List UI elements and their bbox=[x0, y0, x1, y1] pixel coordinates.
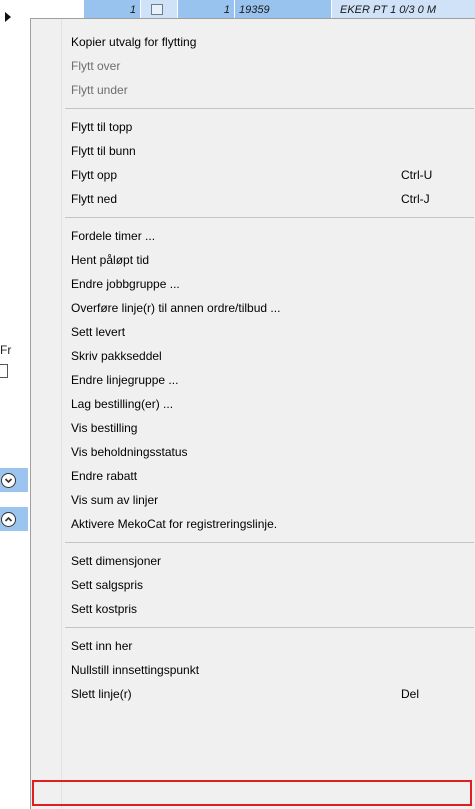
menu-item-copy-selection[interactable]: Kopier utvalg for flytting bbox=[33, 30, 474, 54]
grid-cell-quantity[interactable]: 1 bbox=[178, 0, 234, 20]
menu-item-label: Endre rabatt bbox=[71, 469, 138, 483]
menu-item-label: Vis beholdningsstatus bbox=[71, 445, 188, 459]
menu-item-label: Aktivere MekoCat for registreringslinje. bbox=[71, 517, 278, 531]
menu-item-label: Sett levert bbox=[71, 325, 126, 339]
menu-item-label: Skriv pakkseddel bbox=[71, 349, 162, 363]
grid-cell-checkbox[interactable] bbox=[141, 0, 177, 20]
grid-cell-article-number[interactable]: 19359 bbox=[235, 0, 331, 20]
menu-item-shortcut: Del bbox=[401, 687, 420, 701]
chevron-down-icon[interactable] bbox=[1, 473, 16, 488]
menu-item-move-down[interactable]: Flytt ned Ctrl-J bbox=[33, 187, 474, 211]
menu-item-label: Sett kostpris bbox=[71, 602, 138, 616]
menu-item-create-orders[interactable]: Lag bestilling(er) ... bbox=[33, 392, 474, 416]
menu-item-move-above[interactable]: Flytt over bbox=[33, 54, 474, 78]
menu-item-label: Slett linje(r) bbox=[71, 687, 132, 701]
chevron-up-icon[interactable] bbox=[1, 512, 16, 527]
menu-separator bbox=[65, 217, 474, 218]
menu-item-label: Sett salgspris bbox=[71, 578, 144, 592]
row-pointer-icon bbox=[5, 12, 11, 22]
grid-cell-count[interactable]: 1 bbox=[84, 0, 140, 20]
menu-item-set-dimensions[interactable]: Sett dimensjoner bbox=[33, 549, 474, 573]
grid-checkbox-icon bbox=[151, 4, 163, 15]
menu-item-label: Vis bestilling bbox=[71, 421, 138, 435]
menu-item-distribute-hours[interactable]: Fordele timer ... bbox=[33, 224, 474, 248]
menu-item-insert-here[interactable]: Sett inn her bbox=[33, 634, 474, 658]
menu-item-label: Sett dimensjoner bbox=[71, 554, 162, 568]
menu-item-move-to-top[interactable]: Flytt til topp bbox=[33, 115, 474, 139]
grid-cell-description[interactable]: EKER PT 1 0/3 0 M bbox=[332, 0, 475, 20]
menu-item-label: Flytt til bunn bbox=[71, 144, 136, 158]
menu-item-delete-lines[interactable]: Slett linje(r) Del bbox=[33, 682, 474, 706]
menu-item-label: Flytt ned bbox=[71, 192, 118, 206]
form-label-partial: Fr bbox=[0, 343, 12, 357]
menu-item-label: Flytt til topp bbox=[71, 120, 133, 134]
menu-item-set-cost-price[interactable]: Sett kostpris bbox=[33, 597, 474, 621]
menu-item-transfer-lines[interactable]: Overføre linje(r) til annen ordre/tilbud… bbox=[33, 296, 474, 320]
menu-item-label: Flytt opp bbox=[71, 168, 118, 182]
menu-item-reset-insertion-point[interactable]: Nullstill innsettingspunkt bbox=[33, 658, 474, 682]
menu-separator bbox=[65, 627, 474, 628]
context-menu: Kopier utvalg for flytting Flytt over Fl… bbox=[30, 18, 475, 809]
menu-item-label: Endre jobbgruppe ... bbox=[71, 277, 180, 291]
menu-item-print-packing-slip[interactable]: Skriv pakkseddel bbox=[33, 344, 474, 368]
menu-item-label: Nullstill innsettingspunkt bbox=[71, 663, 200, 677]
screenshot-stage: 1 1 19359 EKER PT 1 0/3 0 M Fr Kopier ut… bbox=[0, 0, 475, 809]
menu-item-label: Vis sum av linjer bbox=[71, 493, 159, 507]
menu-item-label: Endre linjegruppe ... bbox=[71, 373, 179, 387]
menu-item-shortcut: Ctrl-J bbox=[401, 192, 430, 206]
menu-item-set-delivered[interactable]: Sett levert bbox=[33, 320, 474, 344]
menu-item-shortcut: Ctrl-U bbox=[401, 168, 433, 182]
menu-item-label: Flytt under bbox=[71, 83, 128, 97]
menu-item-label: Sett inn her bbox=[71, 639, 133, 653]
menu-item-change-job-group[interactable]: Endre jobbgruppe ... bbox=[33, 272, 474, 296]
menu-item-show-line-sum[interactable]: Vis sum av linjer bbox=[33, 488, 474, 512]
menu-item-move-to-bottom[interactable]: Flytt til bunn bbox=[33, 139, 474, 163]
menu-separator bbox=[65, 108, 474, 109]
menu-item-label: Fordele timer ... bbox=[71, 229, 156, 243]
menu-item-set-sales-price[interactable]: Sett salgspris bbox=[33, 573, 474, 597]
menu-item-fetch-accrued-time[interactable]: Hent påløpt tid bbox=[33, 248, 474, 272]
menu-item-change-discount[interactable]: Endre rabatt bbox=[33, 464, 474, 488]
menu-item-activate-mekocat[interactable]: Aktivere MekoCat for registreringslinje. bbox=[33, 512, 474, 536]
menu-item-move-up[interactable]: Flytt opp Ctrl-U bbox=[33, 163, 474, 187]
menu-item-show-stock-status[interactable]: Vis beholdningsstatus bbox=[33, 440, 474, 464]
menu-item-label: Lag bestilling(er) ... bbox=[71, 397, 174, 411]
menu-item-change-line-group[interactable]: Endre linjegruppe ... bbox=[33, 368, 474, 392]
menu-item-label: Overføre linje(r) til annen ordre/tilbud… bbox=[71, 301, 281, 315]
menu-item-show-order[interactable]: Vis bestilling bbox=[33, 416, 474, 440]
menu-separator bbox=[65, 542, 474, 543]
grid-row-selected[interactable]: 1 1 19359 EKER PT 1 0/3 0 M bbox=[0, 0, 475, 22]
menu-item-label: Hent påløpt tid bbox=[71, 253, 150, 267]
menu-item-label: Kopier utvalg for flytting bbox=[71, 35, 197, 49]
form-checkbox[interactable] bbox=[0, 364, 8, 378]
menu-item-move-below[interactable]: Flytt under bbox=[33, 78, 474, 102]
menu-item-label: Flytt over bbox=[71, 59, 121, 73]
